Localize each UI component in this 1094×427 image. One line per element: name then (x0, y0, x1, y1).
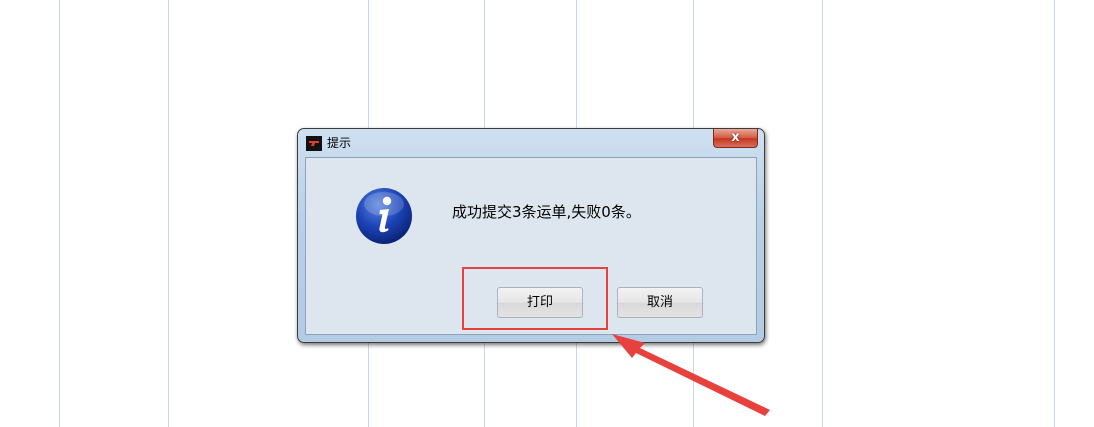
desktop-background: 提示 x 成功提交3条运单,失败0条。 打印 取消 (0, 0, 1094, 427)
annotation-arrow (612, 334, 770, 416)
